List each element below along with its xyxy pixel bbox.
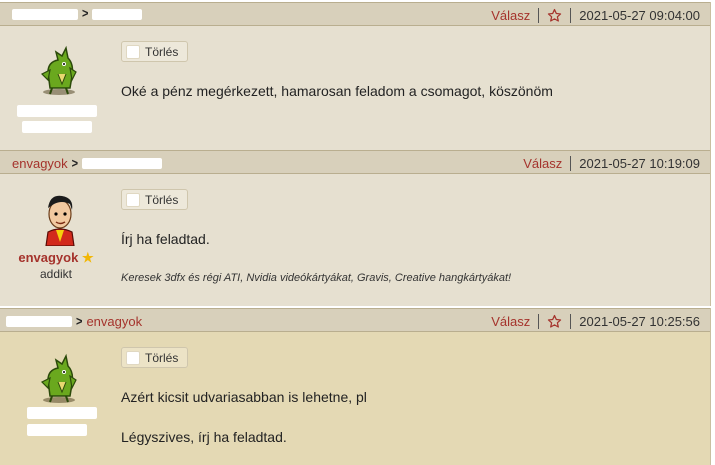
reply-arrow-icon: > — [82, 6, 89, 22]
post-message: Írj ha feladtad. — [121, 231, 210, 247]
post-header: > Válasz 2021-05-27 09:04:00 — [0, 2, 710, 26]
reply-link[interactable]: Válasz — [523, 156, 562, 171]
star-icon[interactable] — [547, 314, 562, 329]
forum-thread: > Válasz 2021-05-27 09:04:00 Törlés Oké … — [0, 0, 715, 465]
post-body: Törlés Oké a pénz megérkezett, hamarosan… — [0, 26, 710, 150]
divider — [538, 314, 540, 329]
delete-label: Törlés — [145, 192, 179, 207]
divider — [570, 8, 572, 23]
post: envagyok > Válasz 2021-05-27 10:19:09 en… — [0, 150, 711, 306]
delete-label: Törlés — [145, 44, 179, 59]
redacted-reply-target — [82, 158, 163, 169]
post-timestamp: 2021-05-27 10:19:09 — [579, 156, 700, 171]
reply-link[interactable]: Válasz — [491, 8, 530, 23]
delete-label: Törlés — [145, 350, 179, 365]
redacted-reply-target — [92, 8, 143, 20]
delete-toggle[interactable]: Törlés — [121, 347, 189, 368]
divider — [570, 156, 572, 171]
redacted-author — [12, 8, 78, 20]
author-rank: addikt — [39, 267, 73, 281]
post-header: > envagyok Válasz 2021-05-27 10:25:56 — [0, 308, 710, 332]
post: > Válasz 2021-05-27 09:04:00 Törlés Oké … — [0, 2, 711, 150]
redacted-username — [22, 121, 92, 133]
post-message: Oké a pénz megérkezett, hamarosan felado… — [121, 83, 553, 99]
post-timestamp: 2021-05-27 10:25:56 — [579, 314, 700, 329]
post-message: Légyszives, írj ha feladtad. — [121, 429, 287, 445]
post-message: Azért kicsit udvariasabban is lehetne, p… — [121, 389, 367, 405]
author-link[interactable]: envagyok — [12, 156, 68, 171]
reply-arrow-icon: > — [76, 314, 83, 329]
author-name[interactable]: envagyok ★ — [0, 250, 112, 266]
delete-checkbox[interactable] — [126, 44, 140, 59]
redacted-username — [27, 407, 97, 419]
reply-link[interactable]: Válasz — [491, 314, 530, 329]
delete-toggle[interactable]: Törlés — [121, 189, 189, 210]
post-header: envagyok > Válasz 2021-05-27 10:19:09 — [0, 150, 710, 174]
redacted-username — [27, 424, 87, 436]
post-body: Törlés Azért kicsit udvariasabban is leh… — [0, 332, 710, 465]
dragon-avatar — [38, 352, 80, 409]
redacted-author — [6, 316, 72, 327]
delete-checkbox[interactable] — [126, 192, 140, 207]
post-signature: Keresek 3dfx és régi ATI, Nvidia videóká… — [121, 272, 512, 284]
post-timestamp: 2021-05-27 09:04:00 — [579, 8, 700, 23]
reply-arrow-icon: > — [71, 156, 79, 171]
rank-star-icon: ★ — [81, 250, 94, 265]
dragon-avatar — [38, 44, 80, 101]
delete-checkbox[interactable] — [126, 350, 140, 365]
redacted-username — [17, 105, 97, 117]
star-icon[interactable] — [547, 8, 562, 23]
post-body: envagyok ★ addikt Törlés Írj ha feladtad… — [0, 174, 710, 306]
cartoon-man-avatar — [42, 192, 78, 249]
delete-toggle[interactable]: Törlés — [121, 41, 189, 62]
reply-target-link[interactable]: envagyok — [86, 314, 142, 329]
divider — [538, 8, 540, 23]
divider — [570, 314, 572, 329]
post: > envagyok Válasz 2021-05-27 10:25:56 Tö… — [0, 308, 711, 465]
